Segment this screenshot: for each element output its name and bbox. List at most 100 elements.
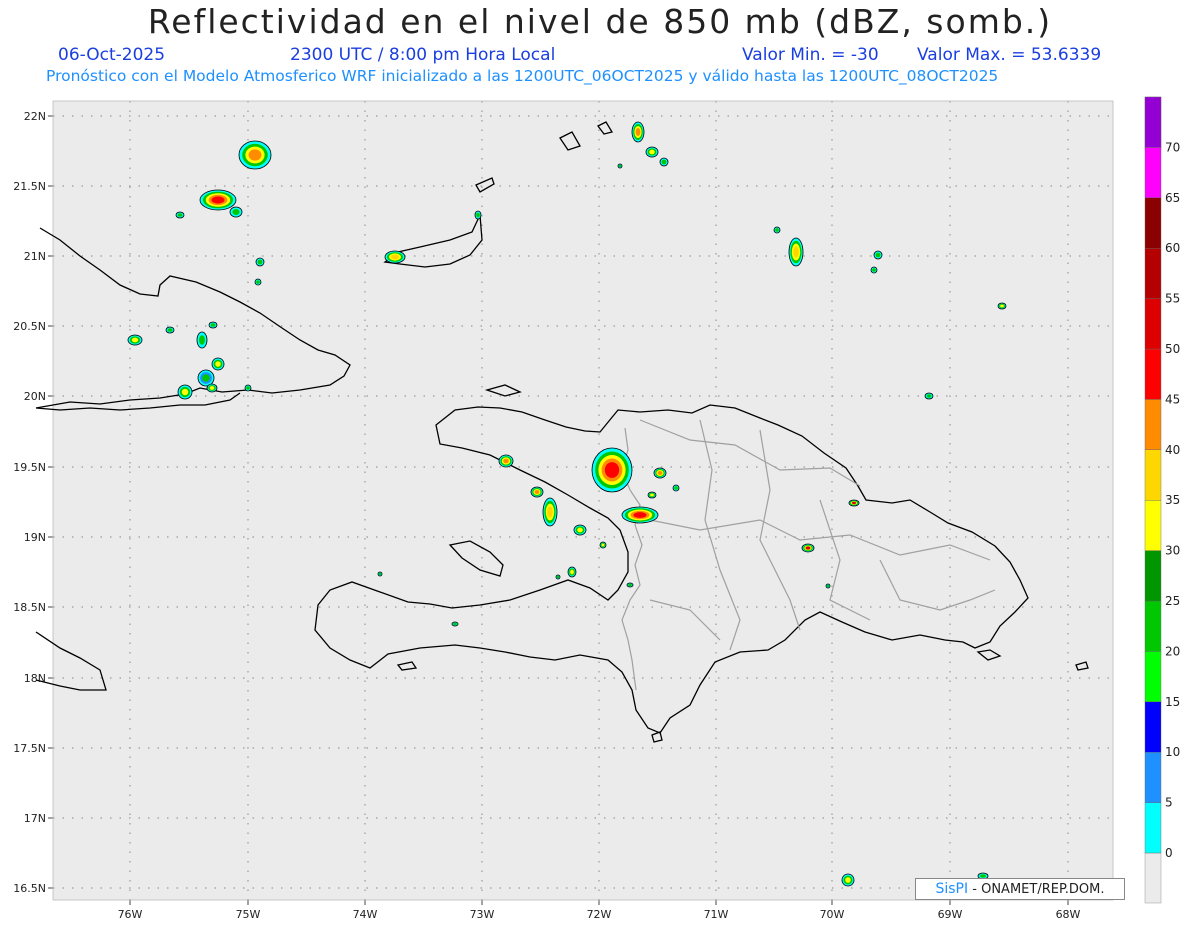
colorbar-segment — [1144, 651, 1162, 703]
colorbar-segment — [1144, 449, 1162, 501]
lat-label: 18.5N — [13, 601, 46, 614]
lon-label: 76W — [118, 908, 143, 921]
colorbar-label: 65 — [1165, 191, 1180, 205]
reflectivity-cell — [210, 323, 216, 327]
reflectivity-cell — [657, 471, 663, 475]
colorbar-label: 45 — [1165, 392, 1180, 406]
lat-label: 21.5N — [13, 180, 46, 193]
reflectivity-cell — [199, 335, 205, 345]
reflectivity-cell — [131, 337, 139, 343]
reflectivity-cell — [872, 268, 876, 272]
reflectivity-cell — [604, 462, 620, 478]
reflectivity-cell — [256, 280, 260, 284]
lon-label: 72W — [587, 908, 612, 921]
reflectivity-cell — [649, 149, 655, 155]
lon-label: 75W — [236, 908, 261, 921]
reflectivity-cell — [215, 361, 221, 367]
colorbar-segment — [1144, 298, 1162, 350]
reflectivity-cell — [547, 506, 553, 518]
colorbar-segment — [1144, 247, 1162, 299]
reflectivity-cell — [453, 622, 457, 626]
reflectivity-cell — [202, 374, 210, 382]
lon-label: 69W — [938, 908, 963, 921]
lon-label: 70W — [820, 908, 845, 921]
credit-box: SisPI - ONAMET/REP.DOM. — [915, 878, 1125, 900]
lon-label: 68W — [1056, 908, 1081, 921]
lat-label: 20N — [24, 390, 46, 403]
map-background — [53, 101, 1113, 900]
colorbar-label: 50 — [1165, 342, 1180, 356]
colorbar-label: 55 — [1165, 292, 1180, 306]
colorbar-segment — [1144, 399, 1162, 450]
reflectivity-cell — [805, 546, 811, 550]
colorbar-label: 40 — [1165, 443, 1180, 457]
reflectivity-cell — [211, 196, 225, 204]
reflectivity-cell — [1000, 304, 1004, 308]
lat-label: 20.5N — [13, 320, 46, 333]
colorbar-label: 35 — [1165, 493, 1180, 507]
reflectivity-cell — [209, 386, 215, 390]
reflectivity-cell — [246, 386, 250, 390]
colorbar-segment — [1144, 500, 1162, 551]
colorbar-label: 0 — [1165, 846, 1173, 860]
reflectivity-cell — [635, 128, 641, 136]
lon-label: 71W — [704, 908, 729, 921]
colorbar-segment — [1144, 96, 1162, 148]
reflectivity-cell — [181, 388, 189, 396]
reflectivity-cell — [875, 252, 881, 258]
reflectivity-cell — [601, 543, 605, 547]
reflectivity-cell — [618, 164, 622, 168]
reflectivity-cell — [503, 458, 509, 464]
credit-text: - ONAMET/REP.DOM. — [972, 882, 1105, 897]
lat-label: 22N — [24, 110, 46, 123]
colorbar-label: 5 — [1165, 796, 1173, 810]
lat-label: 16.5N — [13, 882, 46, 895]
lat-label: 17.5N — [13, 742, 46, 755]
lat-label: 17N — [24, 812, 46, 825]
colorbar-label: 20 — [1165, 644, 1180, 658]
reflectivity-cell — [628, 583, 632, 587]
reflectivity-cell — [650, 493, 654, 497]
lon-label: 73W — [470, 908, 495, 921]
colorbar-label: 30 — [1165, 544, 1180, 558]
reflectivity-cell — [661, 159, 667, 165]
reflectivity-cell — [577, 527, 583, 533]
colorbar: 0 5 10 15 20 25 30 35 40 45 50 55 60 65 70 — [1144, 96, 1180, 904]
reflectivity-cell — [534, 490, 540, 494]
colorbar-segment — [1144, 550, 1162, 602]
colorbar-label: 10 — [1165, 745, 1180, 759]
reflectivity-map: 22N 21.5N 21N 20.5N 20N 19.5N 19N 18.5N 18N 17.5N… — [13, 96, 1180, 921]
colorbar-segment — [1144, 147, 1162, 198]
reflectivity-cell — [248, 149, 262, 161]
reflectivity-cell — [793, 246, 799, 258]
lon-label: 74W — [353, 908, 378, 921]
colorbar-label: 25 — [1165, 594, 1180, 608]
colorbar-segment — [1144, 197, 1162, 249]
reflectivity-cell — [570, 569, 574, 575]
reflectivity-cell — [826, 584, 830, 588]
colorbar-segment — [1144, 752, 1162, 803]
colorbar-bottom-cap — [1144, 852, 1162, 904]
lat-label: 19N — [24, 531, 46, 544]
lat-label: 19.5N — [13, 461, 46, 474]
colorbar-segment — [1144, 701, 1162, 753]
reflectivity-cell — [852, 501, 856, 505]
reflectivity-cell — [556, 575, 560, 579]
reflectivity-cell — [177, 213, 183, 217]
colorbar-label: 15 — [1165, 695, 1180, 709]
reflectivity-cell — [257, 259, 263, 265]
colorbar-segment — [1144, 348, 1162, 400]
sispi-logo: SisPI — [935, 881, 969, 897]
lat-label: 21N — [24, 250, 46, 263]
lat-label: 18N — [24, 672, 46, 685]
colorbar-segment — [1144, 802, 1162, 854]
reflectivity-cell — [926, 394, 932, 398]
reflectivity-cell — [775, 228, 779, 232]
colorbar-segment — [1144, 600, 1162, 652]
reflectivity-cell — [845, 877, 851, 883]
colorbar-label: 60 — [1165, 241, 1180, 255]
reflectivity-cell — [378, 572, 382, 576]
reflectivity-cell — [476, 212, 480, 218]
reflectivity-cell — [167, 328, 173, 332]
reflectivity-cell — [232, 209, 240, 215]
